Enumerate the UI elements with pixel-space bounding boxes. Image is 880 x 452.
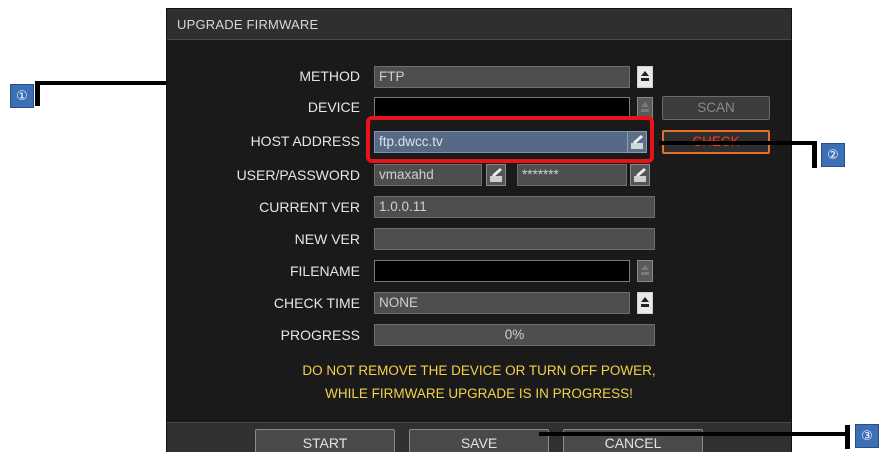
current-ver-label: CURRENT VER [259,199,360,215]
device-label: DEVICE [307,99,360,115]
progress-label: PROGRESS [280,327,360,343]
callout-2: ② [821,143,845,167]
callout-2-leader [659,141,817,145]
filename-label: FILENAME [289,263,360,279]
page: ① UPGRADE FIRMWARE METHOD FTP DEVICE SCA… [0,0,880,452]
callout-3-leader [539,432,849,436]
method-select[interactable]: FTP [374,66,630,88]
user-password-label: USER/PASSWORD [236,167,360,183]
host-address-label: HOST ADDRESS [250,133,360,149]
scan-button[interactable]: SCAN [662,96,770,120]
save-button[interactable]: SAVE [409,429,549,452]
start-button[interactable]: START [255,429,395,452]
progress-bar: 0% [374,324,655,346]
new-ver-value [374,228,655,250]
callout-1: ① [10,84,34,108]
host-address-highlight [366,116,654,163]
password-edit-icon[interactable] [630,164,650,186]
check-time-select[interactable]: NONE [374,292,630,314]
check-time-label: CHECK TIME [273,295,360,311]
method-label: METHOD [299,68,360,84]
callout-2-tick [812,144,817,168]
dialog-title: UPGRADE FIRMWARE [167,9,791,40]
callout-1-tick [35,82,40,106]
callout-3-tick [845,425,850,449]
password-input[interactable]: ******* [517,164,627,186]
user-edit-icon[interactable] [486,164,506,186]
new-ver-label: NEW VER [294,231,360,247]
callout-3: ③ [855,424,879,448]
filename-dropdown-icon[interactable] [637,260,653,282]
upgrade-firmware-dialog: UPGRADE FIRMWARE METHOD FTP DEVICE SCAN … [167,9,791,452]
dialog-footer: START SAVE CANCEL [167,422,791,452]
check-time-dropdown-icon[interactable] [637,292,653,314]
warning-line-2: WHILE FIRMWARE UPGRADE IS IN PROGRESS! [325,386,633,401]
warning-line-1: DO NOT REMOVE THE DEVICE OR TURN OFF POW… [302,363,656,378]
current-ver-value: 1.0.0.11 [374,196,655,218]
method-dropdown-icon[interactable] [637,66,653,88]
user-input[interactable]: vmaxahd [374,164,482,186]
filename-select[interactable] [374,260,630,282]
